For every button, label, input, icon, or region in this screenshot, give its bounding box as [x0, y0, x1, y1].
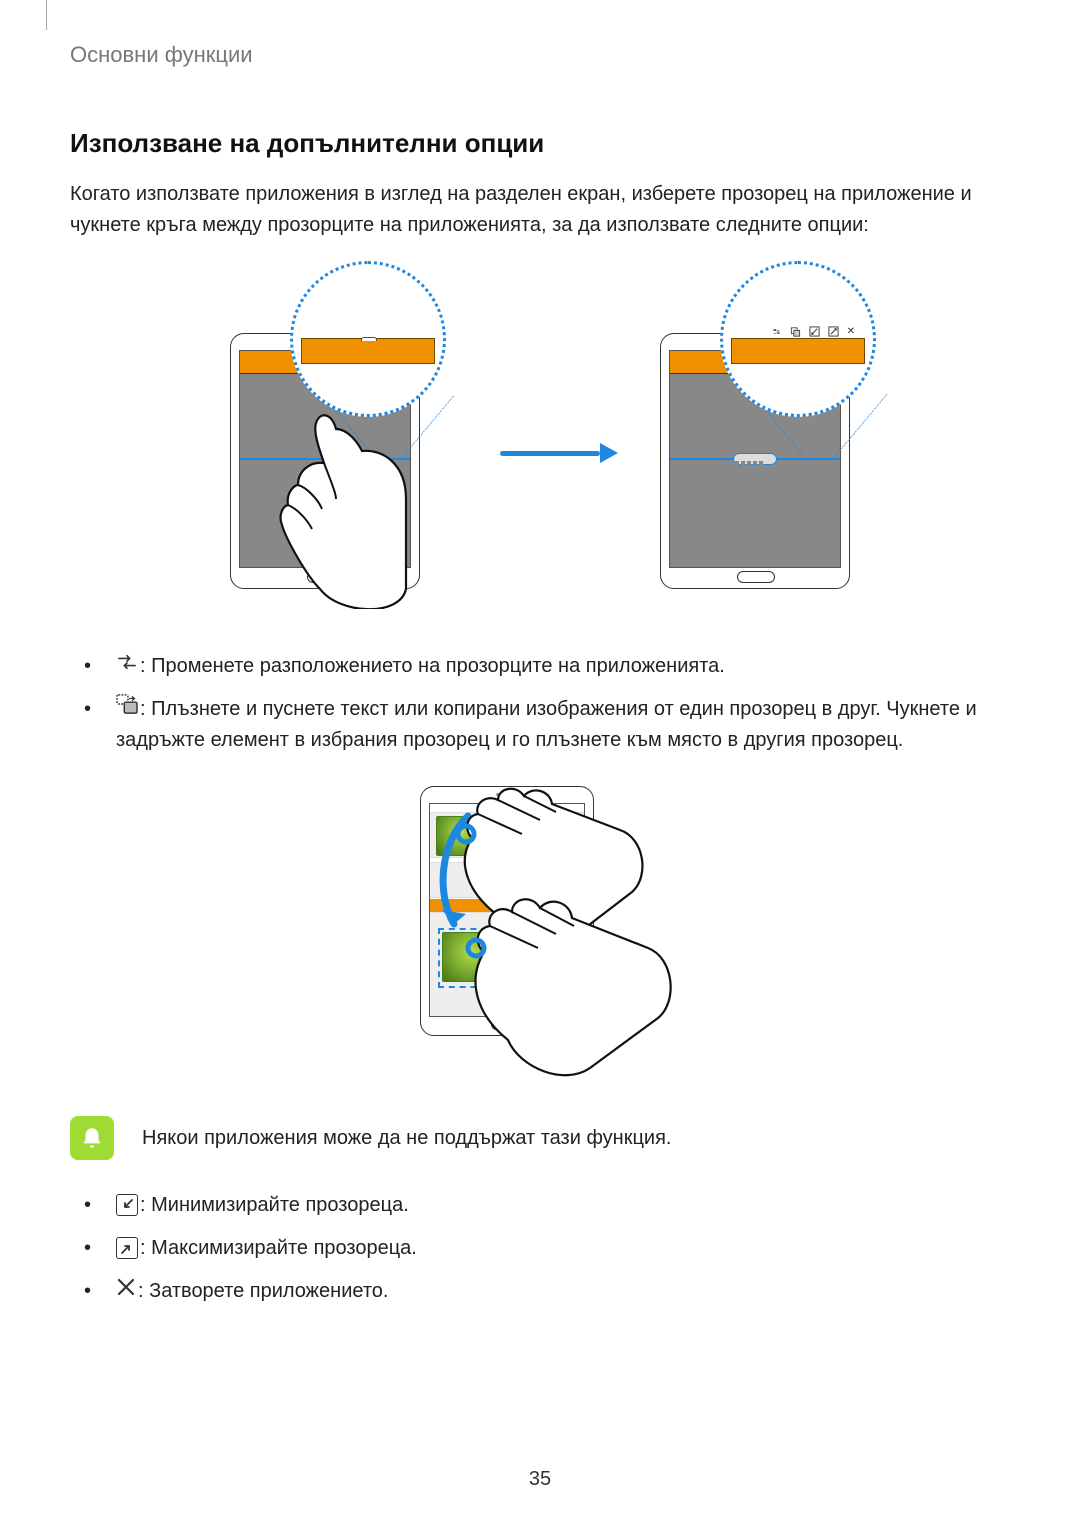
figure-split-options: ✕ [220, 271, 860, 621]
list-item-text: : Затворете приложението. [138, 1280, 388, 1302]
list-item: : Максимизирайте прозореца. [84, 1233, 1010, 1264]
section-title: Използване на допълнителни опции [70, 128, 1010, 159]
close-icon [116, 1276, 136, 1307]
options-list-bottom: : Минимизирайте прозореца. : Максимизира… [84, 1190, 1010, 1307]
list-item-text: : Максимизирайте прозореца. [140, 1237, 417, 1259]
arrow-icon [500, 443, 618, 463]
breadcrumb: Основни функции [70, 42, 1010, 68]
list-item-text: : Плъзнете и пуснете текст или копирани … [116, 698, 977, 751]
toolbar-icons: ✕ [771, 326, 855, 337]
hand-illustration [250, 389, 410, 614]
options-list-top: : Променете разположението на прозорците… [84, 651, 1010, 756]
zoom-right: ✕ [720, 261, 876, 417]
swap-icon [116, 650, 138, 681]
figure-drag-drop [390, 786, 690, 1086]
intro-paragraph: Когато използвате приложения в изглед на… [70, 179, 1010, 241]
list-item-text: : Минимизирайте прозореца. [140, 1194, 409, 1216]
page-number: 35 [0, 1468, 1080, 1491]
drag-drop-icon [116, 693, 138, 724]
maximize-icon [116, 1237, 138, 1259]
note-callout: Някои приложения може да не поддържат та… [70, 1116, 1010, 1160]
list-item-text: : Променете разположението на прозорците… [140, 655, 725, 677]
list-item: : Плъзнете и пуснете текст или копирани … [84, 694, 1010, 756]
hand-bottom-icon [460, 882, 680, 1087]
note-text: Някои приложения може да не поддържат та… [142, 1123, 672, 1153]
list-item: : Затворете приложението. [84, 1276, 1010, 1307]
list-item: : Минимизирайте прозореца. [84, 1190, 1010, 1221]
note-bell-icon [70, 1116, 114, 1160]
document-page: Основни функции Използване на допълнител… [0, 0, 1080, 1527]
minimize-icon [116, 1194, 138, 1216]
list-item: : Променете разположението на прозорците… [84, 651, 1010, 682]
header-rule [46, 0, 47, 30]
